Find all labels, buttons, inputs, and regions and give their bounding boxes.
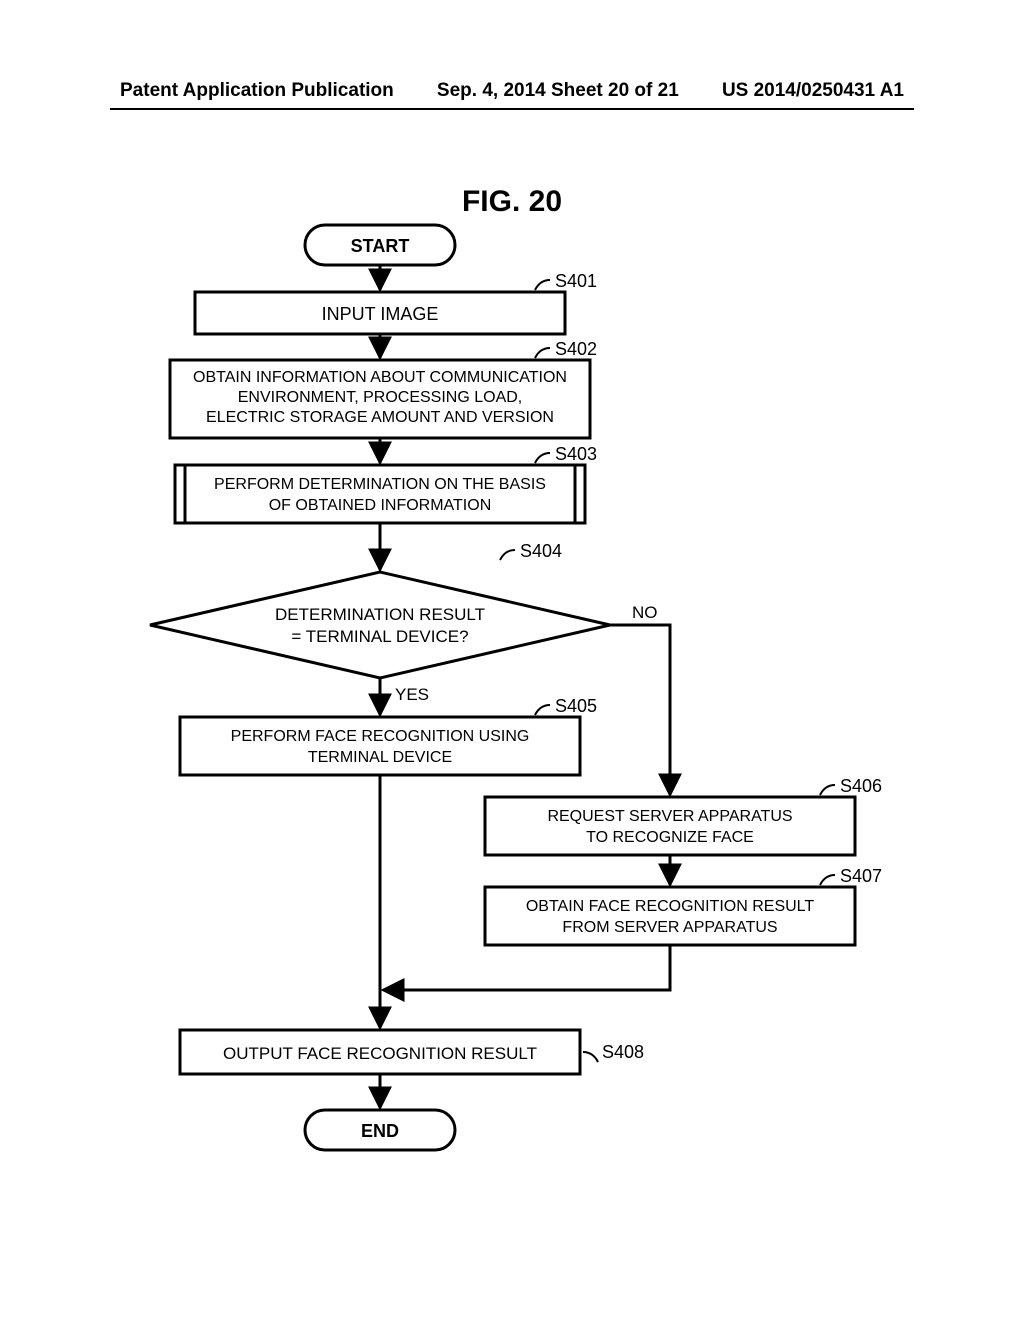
s404-no: NO [632,603,658,622]
step-s408: OUTPUT FACE RECOGNITION RESULT [180,1030,580,1074]
step-s405: PERFORM FACE RECOGNITION USING TERMINAL … [180,717,580,775]
s402-text3: ELECTRIC STORAGE AMOUNT AND VERSION [206,409,554,426]
header-rule [110,108,914,110]
s404-text2: = TERMINAL DEVICE? [291,627,468,646]
header-right: US 2014/0250431 A1 [722,80,904,102]
s407-ref: S407 [840,866,882,886]
flowchart: START INPUT IMAGE S401 OBTAIN INFORMATIO… [140,220,900,1220]
s404-text1: DETERMINATION RESULT [275,605,485,624]
s403-text1: PERFORM DETERMINATION ON THE BASIS [214,476,546,493]
s402-text1: OBTAIN INFORMATION ABOUT COMMUNICATION [193,369,567,386]
header-left: Patent Application Publication [120,80,394,102]
step-s403: PERFORM DETERMINATION ON THE BASIS OF OB… [175,465,585,523]
start-label: START [351,236,410,256]
s405-ref: S405 [555,696,597,716]
s401-text: INPUT IMAGE [322,304,439,324]
end-label: END [361,1121,399,1141]
s405-text2: TERMINAL DEVICE [308,749,452,766]
s407-text1: OBTAIN FACE RECOGNITION RESULT [526,898,815,915]
s406-text2: TO RECOGNIZE FACE [586,829,754,846]
s402-text2: ENVIRONMENT, PROCESSING LOAD, [238,389,523,406]
step-s407: OBTAIN FACE RECOGNITION RESULT FROM SERV… [485,887,855,945]
s408-text: OUTPUT FACE RECOGNITION RESULT [223,1044,537,1063]
terminal-start: START [305,225,455,265]
step-s406: REQUEST SERVER APPARATUS TO RECOGNIZE FA… [485,797,855,855]
step-s402: OBTAIN INFORMATION ABOUT COMMUNICATION E… [170,360,590,438]
s407-text2: FROM SERVER APPARATUS [562,919,777,936]
page: Patent Application Publication Sep. 4, 2… [0,0,1024,1320]
s402-ref: S402 [555,339,597,359]
s404-ref: S404 [520,541,562,561]
page-header: Patent Application Publication Sep. 4, 2… [0,80,1024,102]
figure-title: FIG. 20 [0,185,1024,219]
s406-ref: S406 [840,776,882,796]
s403-text2: OF OBTAINED INFORMATION [269,497,492,514]
terminal-end: END [305,1110,455,1150]
s405-text1: PERFORM FACE RECOGNITION USING [231,728,530,745]
s404-yes: YES [395,685,429,704]
s408-ref: S408 [602,1042,644,1062]
s403-ref: S403 [555,444,597,464]
s406-text1: REQUEST SERVER APPARATUS [547,808,792,825]
header-center: Sep. 4, 2014 Sheet 20 of 21 [437,80,679,102]
s401-ref: S401 [555,271,597,291]
step-s401: INPUT IMAGE [195,292,565,334]
decision-s404: DETERMINATION RESULT = TERMINAL DEVICE? [150,572,610,678]
